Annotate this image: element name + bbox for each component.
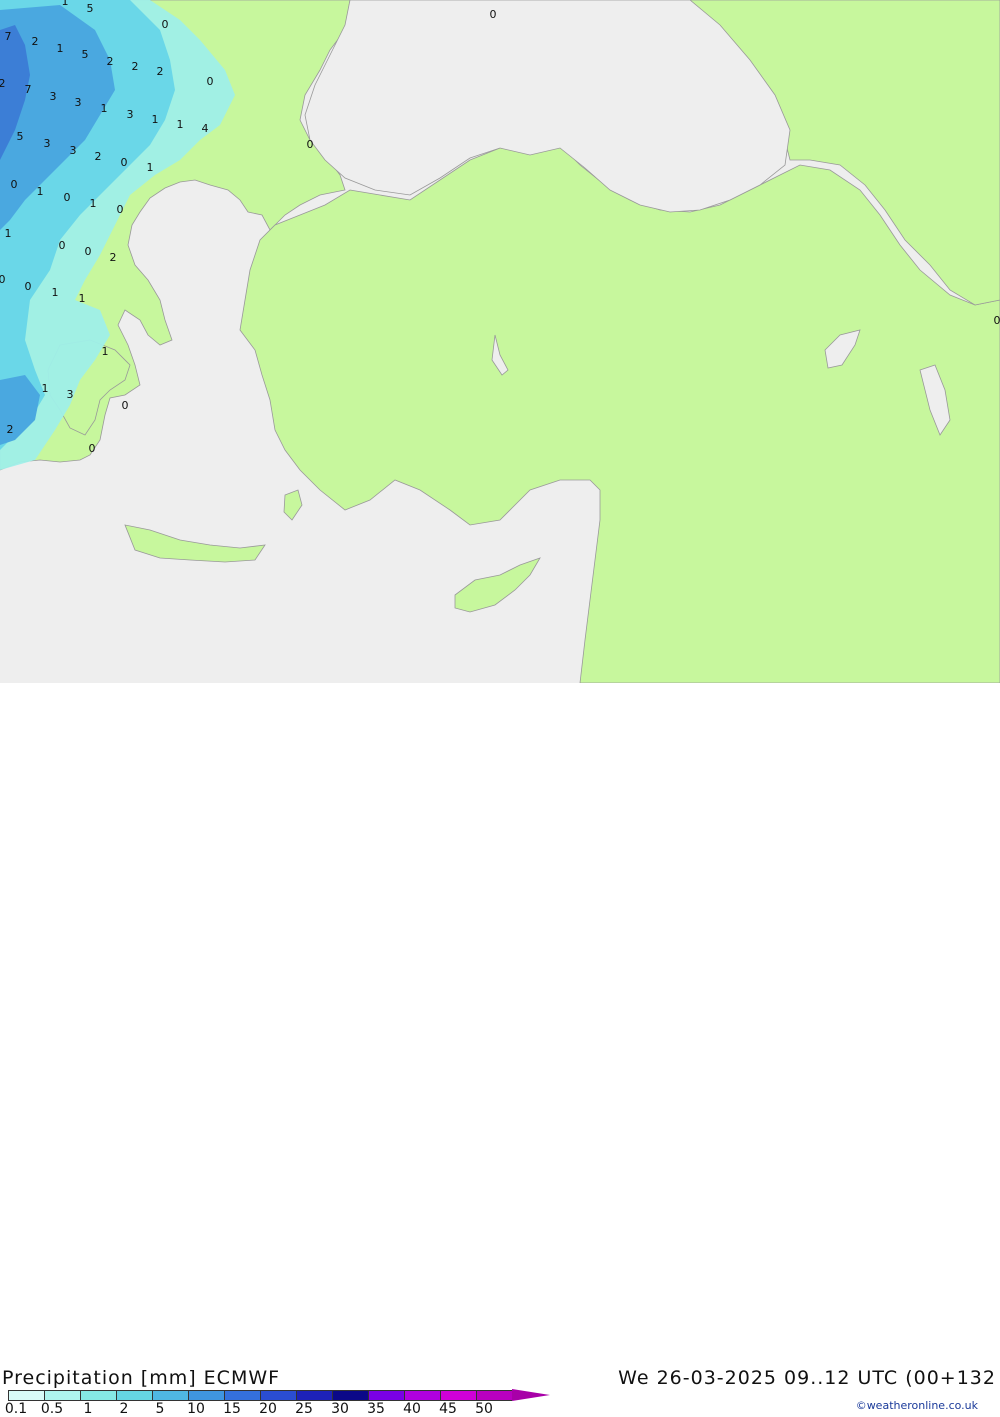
precip-value-label: 7 bbox=[5, 30, 12, 43]
precip-value-label: 5 bbox=[17, 130, 24, 143]
precip-value-label: 1 bbox=[101, 102, 108, 115]
precip-value-label: 2 bbox=[107, 55, 114, 68]
precip-value-label: 1 bbox=[102, 345, 109, 358]
precip-value-label: 1 bbox=[152, 113, 159, 126]
precip-value-label: 7 bbox=[25, 83, 32, 96]
scale-swatch bbox=[260, 1390, 296, 1401]
precip-value-label: 0 bbox=[64, 191, 71, 204]
scale-label: 0.5 bbox=[41, 1401, 63, 1417]
scale-swatch bbox=[296, 1390, 332, 1401]
precip-value-label: 5 bbox=[82, 48, 89, 61]
scale-label: 50 bbox=[475, 1401, 493, 1417]
precip-value-label: 3 bbox=[44, 137, 51, 150]
precip-value-label: 1 bbox=[52, 286, 59, 299]
scale-swatch bbox=[152, 1390, 188, 1401]
precip-value-label: 1 bbox=[62, 0, 69, 8]
precip-value-label: 2 bbox=[110, 251, 117, 264]
scale-swatch bbox=[188, 1390, 224, 1401]
scale-label: 25 bbox=[295, 1401, 313, 1417]
precip-value-label: 1 bbox=[177, 118, 184, 131]
precip-value-label: 3 bbox=[75, 96, 82, 109]
scale-label: 0.1 bbox=[5, 1401, 27, 1417]
precip-value-label: 0 bbox=[0, 273, 6, 286]
scale-label: 10 bbox=[187, 1401, 205, 1417]
scale-label: 15 bbox=[223, 1401, 241, 1417]
precip-value-label: 1 bbox=[57, 42, 64, 55]
precip-value-label: 0 bbox=[59, 239, 66, 252]
precip-value-label: 0 bbox=[11, 178, 18, 191]
precip-value-label: 3 bbox=[70, 144, 77, 157]
scale-label: 5 bbox=[156, 1401, 165, 1417]
precip-value-label: 0 bbox=[122, 399, 129, 412]
precip-value-label: 1 bbox=[42, 382, 49, 395]
precip-value-label: 1 bbox=[37, 185, 44, 198]
legend-panel: Precipitation [mm] ECMWF We 26-03-2025 0… bbox=[0, 683, 1000, 733]
precip-value-label: 2 bbox=[32, 35, 39, 48]
scale-arrow bbox=[512, 1389, 550, 1401]
precip-value-label: 2 bbox=[7, 423, 14, 436]
scale-swatch bbox=[404, 1390, 440, 1401]
precip-value-label: 0 bbox=[207, 75, 214, 88]
precip-value-label: 4 bbox=[202, 122, 209, 135]
scale-label: 30 bbox=[331, 1401, 349, 1417]
precip-value-label: 0 bbox=[25, 280, 32, 293]
valid-time: We 26-03-2025 09..12 UTC (00+132 bbox=[618, 1367, 996, 1389]
scale-label: 2 bbox=[120, 1401, 129, 1417]
precip-value-label: 2 bbox=[95, 150, 102, 163]
scale-label: 45 bbox=[439, 1401, 457, 1417]
precip-value-label: 0 bbox=[994, 314, 1000, 327]
scale-swatch bbox=[332, 1390, 368, 1401]
precip-value-label: 0 bbox=[307, 138, 314, 151]
scale-label: 40 bbox=[403, 1401, 421, 1417]
scale-swatch bbox=[44, 1390, 80, 1401]
precip-value-label: 0 bbox=[85, 245, 92, 258]
precip-value-label: 3 bbox=[127, 108, 134, 121]
precip-value-label: 1 bbox=[147, 161, 154, 174]
precip-value-label: 1 bbox=[5, 227, 12, 240]
map-title: Precipitation [mm] ECMWF bbox=[2, 1367, 280, 1389]
precip-value-label: 2 bbox=[132, 60, 139, 73]
credit-link[interactable]: ©weatheronline.co.uk bbox=[856, 1399, 978, 1412]
scale-label: 35 bbox=[367, 1401, 385, 1417]
color-scale bbox=[8, 1390, 550, 1401]
color-scale-labels: 0.10.5125101520253035404550 bbox=[0, 1401, 520, 1416]
scale-swatch bbox=[8, 1390, 44, 1401]
scale-swatch bbox=[116, 1390, 152, 1401]
scale-swatch bbox=[476, 1390, 512, 1401]
precip-value-label: 0 bbox=[117, 203, 124, 216]
precip-value-label: 2 bbox=[157, 65, 164, 78]
scale-swatch bbox=[80, 1390, 116, 1401]
precip-value-label: 0 bbox=[89, 442, 96, 455]
precip-value-label: 3 bbox=[50, 90, 57, 103]
precip-value-label: 3 bbox=[67, 388, 74, 401]
precip-value-label: 1 bbox=[90, 197, 97, 210]
precip-value-label: 0 bbox=[162, 18, 169, 31]
precip-value-label: 0 bbox=[490, 8, 497, 21]
precip-value-label: 5 bbox=[87, 2, 94, 15]
scale-label: 1 bbox=[84, 1401, 93, 1417]
scale-label: 20 bbox=[259, 1401, 277, 1417]
precip-value-label: 2 bbox=[0, 77, 6, 90]
precipitation-map: 1 5 0 7 2 1 5 2 2 2 0 2 7 3 3 1 3 1 1 4 5 3 3 2 0 1 0 1 0 1 0 0 1 0 0 2 0 0 1 1… bbox=[0, 0, 1000, 683]
scale-swatch bbox=[440, 1390, 476, 1401]
scale-swatch bbox=[368, 1390, 404, 1401]
scale-swatch bbox=[224, 1390, 260, 1401]
precip-value-label: 0 bbox=[121, 156, 128, 169]
precip-value-label: 1 bbox=[79, 292, 86, 305]
